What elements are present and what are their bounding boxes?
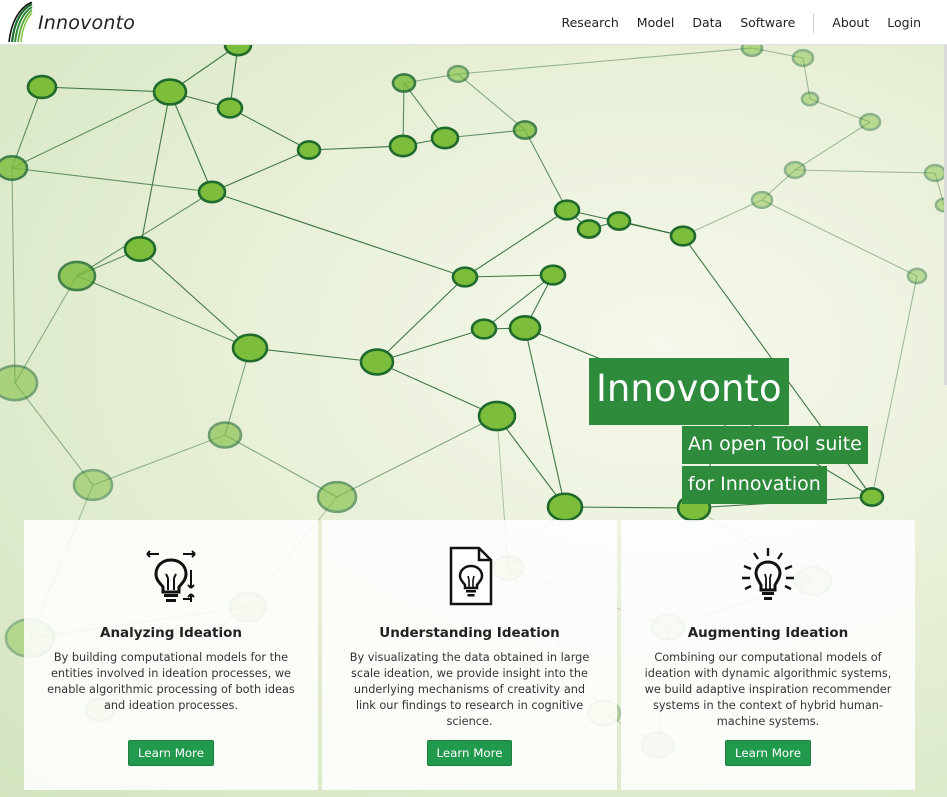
lightbulb-shining-icon (742, 548, 794, 600)
network-node (508, 314, 542, 341)
network-node (223, 45, 253, 57)
card-analyzing: Analyzing Ideation By building computati… (24, 520, 318, 790)
network-node (923, 163, 947, 183)
nav-item-login[interactable]: Login (878, 15, 947, 30)
network-edge (871, 275, 918, 498)
network-node (316, 480, 358, 514)
network-node (512, 120, 538, 140)
network-node (231, 333, 269, 363)
nav-item-data[interactable]: Data (683, 15, 731, 30)
network-node (359, 348, 395, 376)
network-edge (761, 199, 918, 277)
network-node (446, 64, 470, 84)
learn-more-button[interactable]: Learn More (725, 740, 811, 766)
card-description: Combining our computational models of id… (644, 651, 892, 728)
network-edge (376, 276, 466, 363)
network-edge (524, 129, 568, 211)
network-edge (229, 107, 310, 151)
network-node (296, 140, 322, 160)
network-node (906, 267, 928, 285)
network-edge (139, 248, 251, 349)
network-node (606, 211, 632, 231)
network-edge (11, 167, 16, 384)
network-node (72, 468, 114, 502)
network-node (858, 112, 882, 132)
network-edge (76, 191, 213, 277)
network-node (216, 97, 244, 119)
network-node (539, 264, 567, 286)
network-node (451, 266, 479, 288)
network-node (576, 219, 602, 239)
nav-item-research[interactable]: Research (552, 15, 627, 30)
nav-item-model[interactable]: Model (628, 15, 684, 30)
learn-more-button[interactable]: Learn More (426, 740, 513, 766)
network-node (0, 364, 39, 402)
top-navbar: Innovonto Research Model Data Software A… (0, 0, 947, 45)
network-edge (457, 47, 753, 75)
network-edge (211, 149, 310, 193)
network-node (388, 134, 418, 158)
hero-title: Innovonto (589, 358, 789, 425)
brand[interactable]: Innovonto (8, 0, 135, 45)
card-understanding: Understanding Ideation By visualizating … (322, 520, 617, 790)
nav-item-about[interactable]: About (823, 15, 878, 30)
network-edge (11, 167, 213, 193)
network-edge (41, 86, 171, 93)
network-edge (682, 199, 763, 237)
network-edge (376, 361, 498, 417)
network-node (553, 199, 581, 221)
card-title: Analyzing Ideation (100, 625, 242, 641)
network-edge (794, 169, 936, 174)
network-edge (249, 347, 378, 363)
network-edge (336, 415, 498, 498)
nav-divider (813, 12, 815, 33)
lightbulb-document-icon (449, 546, 492, 606)
card-augmenting: Augmenting Ideation Combining our comput… (621, 520, 915, 790)
network-node (800, 91, 820, 107)
network-node (859, 487, 885, 507)
hero-tagline-line-1: An open Tool suite (682, 426, 868, 464)
network-node (740, 45, 764, 58)
network-edge (224, 434, 338, 498)
network-node (750, 190, 774, 210)
network-edge (169, 91, 213, 193)
network-node (57, 260, 97, 292)
network-edge (794, 121, 871, 171)
card-title: Augmenting Ideation (687, 625, 849, 641)
swoosh-logo-icon (8, 1, 33, 42)
network-edge (211, 191, 466, 278)
network-node (0, 155, 29, 181)
network-edge (92, 434, 226, 486)
network-edge (564, 506, 695, 509)
brand-name: Innovonto (38, 11, 136, 34)
network-node (783, 160, 807, 180)
network-edge (139, 91, 171, 250)
network-node (477, 400, 517, 432)
card-description: By visualizating the data obtained in la… (349, 651, 590, 728)
card-title: Understanding Ideation (379, 625, 560, 641)
nav-item-software[interactable]: Software (731, 15, 804, 30)
feature-cards: Analyzing Ideation By building computati… (0, 520, 947, 797)
network-node (207, 421, 243, 449)
hero-tagline-line-2: for Innovation (682, 466, 827, 504)
lightbulb-arrows-icon (146, 550, 196, 602)
network-node (152, 78, 188, 106)
network-node (26, 74, 58, 100)
network-node (669, 225, 697, 247)
network-node (123, 236, 157, 263)
network-node (430, 126, 460, 150)
network-node (791, 48, 815, 68)
network-node (470, 318, 498, 340)
nav-links: Research Model Data Software About Login (552, 0, 947, 45)
learn-more-button[interactable]: Learn More (128, 740, 214, 766)
network-node (391, 73, 417, 93)
network-edge (457, 73, 526, 131)
card-description: By building computational models for the… (47, 651, 295, 712)
network-edge (76, 275, 251, 349)
network-node (546, 492, 584, 522)
network-node (197, 180, 227, 204)
